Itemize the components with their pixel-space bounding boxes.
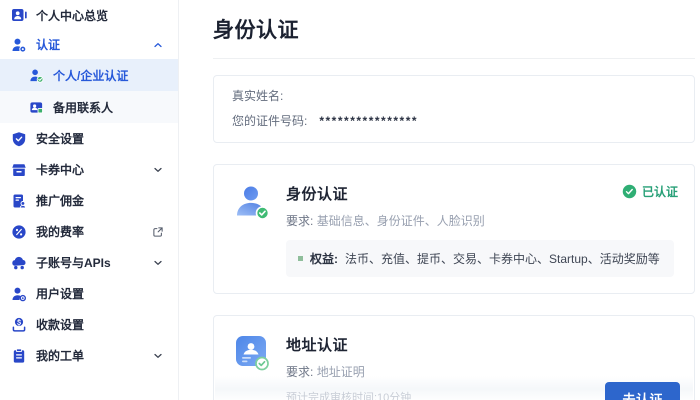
- sidebar-item-subaccounts-apis[interactable]: 子账号与APIs: [0, 247, 178, 278]
- real-name-row: 真实姓名:: [232, 88, 676, 104]
- store-icon: [11, 162, 27, 178]
- sidebar-item-user-settings[interactable]: 用户设置: [0, 278, 178, 309]
- title-divider: [213, 58, 695, 59]
- sidebar-item-label: 子账号与APIs: [36, 254, 111, 271]
- sidebar-item-label: 个人中心总览: [36, 7, 108, 24]
- payment-icon: [11, 317, 27, 333]
- sidebar-item-personal-enterprise-kyc[interactable]: 个人/企业认证: [0, 59, 178, 91]
- user-settings-icon: [11, 286, 27, 302]
- address-card-title: 地址认证: [286, 334, 676, 355]
- verified-status-badge: 已认证: [622, 183, 678, 200]
- commission-icon: [11, 193, 27, 209]
- contact-card-icon: [28, 99, 44, 115]
- sidebar-item-label: 个人/企业认证: [53, 67, 128, 84]
- sidebar-item-referral-commission[interactable]: 推广佣金: [0, 185, 178, 216]
- sidebar-item-label: 认证: [36, 36, 60, 53]
- sidebar-item-card-center[interactable]: 卡券中心: [0, 154, 178, 185]
- address-card-icon: [232, 333, 274, 375]
- sidebar-item-label: 卡券中心: [36, 161, 84, 178]
- sidebar-item-verification[interactable]: 认证: [0, 30, 178, 59]
- sidebar-item-my-tickets[interactable]: 我的工单: [0, 340, 178, 371]
- chevron-down-icon: [152, 257, 164, 269]
- identity-verification-card: 身份认证 要求: 基础信息、身份证件、人脸识别 权益: 法币、充值、提币、交易、…: [213, 164, 695, 294]
- account-settings-page: 个人中心总览 认证 个人/企业认证 备用联系人: [0, 0, 700, 400]
- external-link-icon: [152, 226, 164, 238]
- green-square-bullet: [298, 256, 303, 261]
- go-verify-button[interactable]: 去认证: [605, 382, 680, 400]
- sidebar-item-label: 推广佣金: [36, 192, 84, 209]
- identity-card-body: 身份认证 要求: 基础信息、身份证件、人脸识别 权益: 法币、充值、提币、交易、…: [286, 182, 676, 277]
- id-number-row: 您的证件号码: ****************: [232, 113, 676, 129]
- sidebar-item-payment-settings[interactable]: 收款设置: [0, 309, 178, 340]
- user-check-icon: [28, 67, 44, 83]
- requirement-text: 基础信息、身份证件、人脸识别: [317, 214, 485, 228]
- sidebar-item-label: 收款设置: [36, 316, 84, 333]
- benefits-text: 法币、充值、提币、交易、卡券中心、Startup、活动奖励等: [345, 250, 660, 267]
- sidebar-item-label: 安全设置: [36, 130, 84, 147]
- subaccount-icon: [11, 255, 27, 271]
- identity-card-title: 身份认证: [286, 183, 676, 204]
- sidebar-item-my-fee-rate[interactable]: 我的费率: [0, 216, 178, 247]
- requirement-label: 要求:: [286, 214, 313, 228]
- benefits-box: 权益: 法币、充值、提币、交易、卡券中心、Startup、活动奖励等: [286, 240, 674, 277]
- sidebar-item-backup-contact[interactable]: 备用联系人: [0, 91, 178, 123]
- chevron-down-icon: [152, 164, 164, 176]
- ticket-icon: [11, 348, 27, 364]
- benefits-label: 权益:: [310, 250, 338, 267]
- page-title: 身份认证: [213, 14, 695, 44]
- profile-info-box: 真实姓名: 您的证件号码: ****************: [213, 75, 695, 143]
- id-number-label: 您的证件号码:: [232, 113, 307, 129]
- rate-icon: [11, 224, 27, 240]
- requirement-text: 地址证明: [317, 365, 365, 379]
- verified-status-label: 已认证: [642, 183, 678, 200]
- sidebar-submenu-verification: 个人/企业认证 备用联系人: [0, 59, 178, 123]
- chevron-up-icon: [152, 39, 164, 51]
- sidebar-item-label: 用户设置: [36, 285, 84, 302]
- address-verification-card: 地址认证 要求: 地址证明 预计完成审核时间:10分钟 去认证: [213, 315, 695, 400]
- user-card-icon: [11, 7, 27, 23]
- check-circle-icon: [622, 184, 637, 199]
- sidebar-item-label: 我的工单: [36, 347, 84, 364]
- identity-requirements: 要求: 基础信息、身份证件、人脸识别: [286, 212, 676, 229]
- sidebar-item-label: 备用联系人: [53, 99, 113, 116]
- main-content: 身份认证 真实姓名: 您的证件号码: ****************: [179, 0, 700, 400]
- shield-icon: [11, 131, 27, 147]
- address-requirements: 要求: 地址证明: [286, 363, 676, 380]
- id-number-masked-value: ****************: [319, 113, 418, 129]
- sidebar-item-label: 我的费率: [36, 223, 84, 240]
- user-badge-icon: [11, 37, 27, 53]
- sidebar-item-overview[interactable]: 个人中心总览: [0, 0, 178, 30]
- requirement-label: 要求:: [286, 365, 313, 379]
- identity-person-icon: [232, 182, 274, 224]
- sidebar-item-security-settings[interactable]: 安全设置: [0, 123, 178, 154]
- real-name-label: 真实姓名:: [232, 88, 283, 104]
- sidebar: 个人中心总览 认证 个人/企业认证 备用联系人: [0, 0, 179, 400]
- chevron-down-icon: [152, 350, 164, 362]
